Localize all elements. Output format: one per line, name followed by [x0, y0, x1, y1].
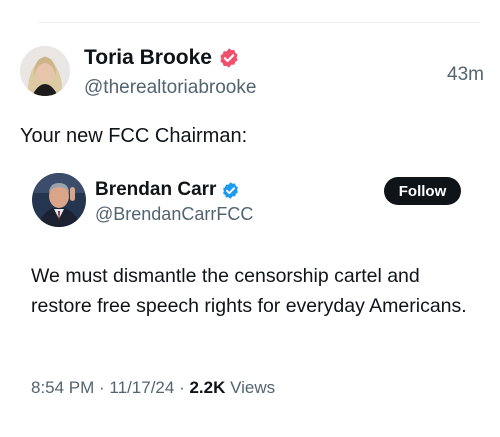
quoted-author-avatar[interactable] [32, 173, 86, 227]
post-time[interactable]: 8:54 PM [31, 378, 94, 397]
views-label[interactable]: Views [225, 378, 275, 397]
outer-author-avatar[interactable] [20, 46, 70, 96]
quoted-post-text: We must dismantle the censorship cartel … [31, 265, 467, 317]
avatar-photo-icon [20, 46, 70, 96]
follow-button[interactable]: Follow [384, 177, 461, 205]
outer-author-name-row: Toria Brooke [84, 44, 240, 72]
views-count[interactable]: 2.2K [189, 378, 225, 397]
outer-post-time[interactable]: 43m [447, 64, 484, 86]
outer-author-name[interactable]: Toria Brooke [84, 46, 212, 70]
quoted-author-handle[interactable]: @BrendanCarrFCC [95, 204, 253, 225]
meta-separator: · [174, 378, 190, 397]
verified-badge-icon [223, 181, 239, 199]
quoted-author-name-row: Brendan Carr [95, 178, 240, 202]
post-date[interactable]: 11/17/24 [109, 378, 174, 397]
outer-post-text: Your new FCC Chairman: [20, 125, 248, 147]
meta-separator: · [94, 378, 110, 397]
top-divider [38, 22, 480, 23]
quoted-author-name[interactable]: Brendan Carr [95, 179, 216, 201]
verified-badge-icon [220, 48, 238, 68]
outer-author-handle[interactable]: @therealtoriabrooke [84, 77, 256, 99]
avatar-photo-icon [32, 173, 86, 227]
quoted-post-meta: 8:54 PM · 11/17/24 · 2.2K Views [31, 378, 275, 398]
